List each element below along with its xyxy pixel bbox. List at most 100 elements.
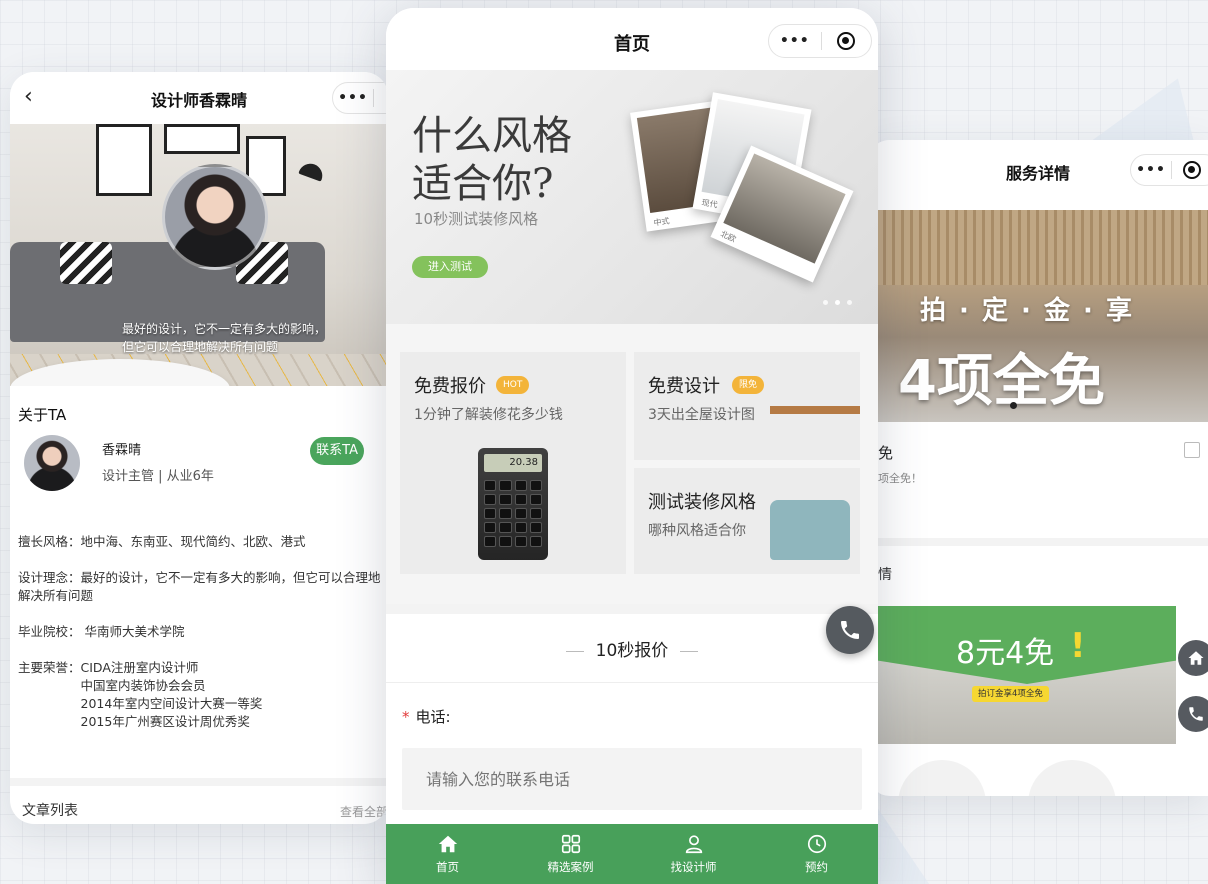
avatar xyxy=(24,435,80,491)
phone-icon xyxy=(841,621,859,639)
menu-capsule[interactable]: ••• xyxy=(332,82,388,114)
designer-profile-row: 香霖晴 设计主管 | 从业6年 联系TA xyxy=(18,433,380,503)
call-button[interactable] xyxy=(826,606,874,654)
phone-field-label: * 电话: xyxy=(402,706,451,727)
article-list-title: 文章列表 xyxy=(22,803,78,819)
pillow xyxy=(60,242,112,284)
honor-item: CIDA注册室内设计师 xyxy=(80,660,199,675)
wall-frame xyxy=(164,124,240,154)
honor-item: 2014年室内空间设计大赛一等奖 xyxy=(80,696,263,711)
card-title: 免费设计 xyxy=(648,376,720,397)
honors-label: 主要荣誉： xyxy=(18,660,81,675)
wall-lamp xyxy=(298,160,326,182)
enter-test-button[interactable]: 进入测试 xyxy=(412,256,488,278)
banner-line2: 4项全免 xyxy=(898,349,1105,414)
hero-subtitle: 10秒测试装修风格 xyxy=(414,210,539,228)
menu-capsule[interactable]: ••• xyxy=(1130,154,1208,186)
designer-cover-image: 最好的设计，它不一定有多大的影响，但它可以合理地解决所有问题 xyxy=(10,124,388,386)
close-target-icon[interactable] xyxy=(1172,161,1208,179)
required-mark: * xyxy=(402,708,410,726)
style-test-card[interactable]: 测试装修风格 哪种风格适合你 xyxy=(634,468,860,574)
divider xyxy=(386,682,878,683)
hero-title-line2: 适合你? xyxy=(412,161,554,207)
user-icon xyxy=(685,835,702,854)
contact-button[interactable]: 联系TA xyxy=(310,437,364,465)
designer-name: 香霖晴 xyxy=(102,443,142,458)
tab-designers[interactable]: 找设计师 xyxy=(632,824,755,884)
photo-caption: 中式 xyxy=(653,216,671,228)
hero-title-line1: 什么风格 xyxy=(412,113,572,159)
tab-home[interactable]: 首页 xyxy=(386,824,509,884)
quote-section-title: 10秒报价 xyxy=(386,636,878,661)
photo-caption: 现代 xyxy=(700,197,719,210)
share-icon[interactable] xyxy=(1184,442,1200,458)
wall-frame xyxy=(96,124,152,196)
pager-dot xyxy=(847,300,852,305)
tab-label: 找设计师 xyxy=(670,860,717,874)
promo-pill: 拍订金享4项全免 xyxy=(972,686,1049,702)
hot-badge: HOT xyxy=(496,376,530,394)
designer-profile-screen: ‹ 设计师香霖晴 ••• 最好的设计，它不一定有多大的影响，但它可以合理地解决所… xyxy=(10,72,388,824)
hero-title: 什么风格 适合你? xyxy=(412,112,572,208)
card-subtitle: 1分钟了解装修花多少钱 xyxy=(414,407,563,423)
calendar-icon[interactable] xyxy=(1028,760,1116,796)
nav-bar: 首页 ••• xyxy=(386,8,878,70)
tab-booking[interactable]: 预约 xyxy=(755,824,878,884)
photo-caption: 北欧 xyxy=(719,229,738,244)
banner-pager-dot xyxy=(1010,402,1017,409)
wood-slats xyxy=(868,210,1208,285)
promo-banner: 8元4免 ! 拍订金享4项全免 xyxy=(878,606,1176,744)
house-icon[interactable] xyxy=(898,760,986,796)
bottom-tab-bar: 首页 精选案例 找设计师 预约 xyxy=(386,824,878,884)
promo-exclamation: ! xyxy=(1070,626,1086,666)
designer-avatar-large xyxy=(162,164,268,270)
home-icon xyxy=(438,835,457,853)
card-subtitle: 哪种风格适合你 xyxy=(648,523,746,539)
honor-item: 中国室内装饰协会会员 xyxy=(80,678,206,693)
home-screen: 首页 ••• 什么风格 适合你? 10秒测试装修风格 进入测试 中式 现代 北欧 xyxy=(386,8,878,884)
card-title: 测试装修风格 xyxy=(648,492,756,513)
honors-list: CIDA注册室内设计师 中国室内装饰协会会员 2014年室内空间设计大赛一等奖 … xyxy=(81,659,263,731)
article-list-bar[interactable]: 文章列表 查看全部 xyxy=(10,778,388,824)
banner-pager xyxy=(823,300,852,305)
card-subtitle: 3天出全屋设计图 xyxy=(648,407,755,423)
detail-heading: 情 xyxy=(878,567,892,583)
promo-title: 8元4免 xyxy=(956,636,1055,671)
quick-quote-form: 10秒报价 * 电话: xyxy=(386,604,878,824)
pager-dot xyxy=(835,300,840,305)
service-subtitle: 项全免！ xyxy=(878,472,922,485)
free-quote-card[interactable]: 免费报价 HOT 1分钟了解装修花多少钱 20.38 xyxy=(400,352,626,574)
more-icon[interactable]: ••• xyxy=(333,90,373,106)
about-section: 关于TA 香霖晴 设计主管 | 从业6年 联系TA 擅长风格：地中海、东南亚、现… xyxy=(10,386,388,731)
capsule-divider xyxy=(373,89,374,107)
pager-dot xyxy=(823,300,828,305)
armchair-image xyxy=(770,500,850,560)
tab-label: 精选案例 xyxy=(547,860,594,874)
close-target-icon[interactable] xyxy=(821,32,871,50)
phone-input[interactable] xyxy=(402,748,862,810)
menu-capsule[interactable]: ••• xyxy=(768,24,872,58)
more-icon[interactable]: ••• xyxy=(769,33,821,49)
designer-quote: 最好的设计，它不一定有多大的影响，但它可以合理地解决所有问题 xyxy=(122,322,327,354)
service-banner: 拍 · 定 · 金 · 享 4项全免 xyxy=(868,210,1208,422)
more-icon[interactable]: ••• xyxy=(1131,162,1171,178)
tab-cases[interactable]: 精选案例 xyxy=(509,824,632,884)
view-all-link[interactable]: 查看全部 xyxy=(340,803,388,820)
nav-bar: ‹ 设计师香霖晴 ••• xyxy=(10,72,388,124)
free-design-card[interactable]: 免费设计 限免 3天出全屋设计图 xyxy=(634,352,860,460)
style-test-banner[interactable]: 什么风格 适合你? 10秒测试装修风格 进入测试 中式 现代 北欧 xyxy=(386,70,878,324)
home-fab-icon[interactable] xyxy=(1178,640,1208,676)
tab-label: 首页 xyxy=(436,860,459,874)
calculator-icon: 20.38 xyxy=(478,448,548,560)
honors-block: 主要荣誉： CIDA注册室内设计师 中国室内装饰协会会员 2014年室内空间设计… xyxy=(18,659,380,731)
clock-icon xyxy=(807,834,826,854)
limited-free-badge: 限免 xyxy=(732,376,765,394)
desk-image xyxy=(770,406,860,414)
service-title: 免 xyxy=(878,444,894,462)
designer-role: 设计主管 | 从业6年 xyxy=(102,469,214,484)
calculator-display: 20.38 xyxy=(484,454,542,472)
tab-label: 预约 xyxy=(805,860,828,874)
phone-label-text: 电话: xyxy=(415,708,451,726)
school-line: 毕业院校： 华南师大美术学院 xyxy=(18,624,185,639)
phone-fab-icon[interactable] xyxy=(1178,696,1208,732)
